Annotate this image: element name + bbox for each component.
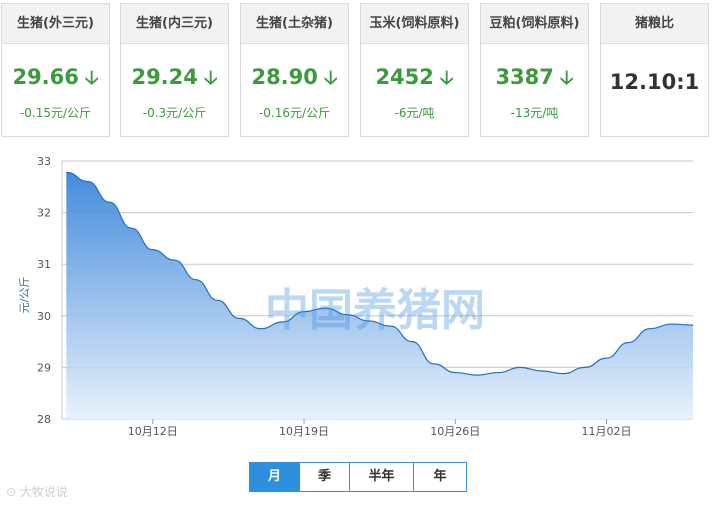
x-tick-label: 10月26日	[430, 425, 480, 438]
y-tick-label: 28	[37, 413, 51, 426]
range-button-half-year[interactable]: 半年	[350, 463, 414, 491]
price-card-pig-outer[interactable]: 生猪(外三元) 29.66 🡣 -0.15元/公斤	[1, 3, 110, 137]
price-card-pig-grain-ratio[interactable]: 猪粮比 12.10:1	[600, 3, 709, 137]
x-axis-ticks: 10月12日 10月19日 10月26日 11月02日	[128, 419, 632, 438]
y-tick-label: 29	[37, 361, 51, 374]
card-price: 29.24 🡣	[121, 64, 228, 96]
chart-watermark: 中国养猪网	[265, 285, 485, 336]
down-arrow-icon: 🡣	[559, 67, 574, 89]
card-title: 生猪(土杂猪)	[241, 4, 348, 44]
card-price: 29.66 🡣	[2, 64, 109, 96]
card-change: -0.3元/公斤	[142, 106, 207, 120]
range-button-month[interactable]: 月	[250, 463, 300, 491]
card-price: 3387 🡣	[481, 64, 588, 96]
price-chart: 中国养猪网 28 29 30 31 32 33 10月12日 10月19日 10月26日 11月…	[0, 150, 716, 505]
down-arrow-icon: 🡣	[84, 67, 99, 89]
card-change: -6元/吨	[394, 106, 435, 120]
card-title: 生猪(外三元)	[2, 4, 109, 44]
x-tick-label: 10月19日	[279, 425, 329, 438]
card-change: -13元/吨	[510, 106, 559, 120]
y-tick-label: 33	[37, 155, 51, 168]
card-title: 玉米(饲料原料)	[361, 4, 468, 44]
price-card-soymeal[interactable]: 豆粕(饲料原料) 3387 🡣 -13元/吨	[480, 3, 589, 137]
card-title: 猪粮比	[601, 4, 708, 44]
card-change: -0.15元/公斤	[19, 106, 92, 120]
range-selector: 月 季 半年 年	[249, 462, 467, 492]
footer-watermark-text: 大牧说说	[19, 485, 68, 499]
down-arrow-icon: 🡣	[323, 67, 338, 89]
price-card-pig-inner[interactable]: 生猪(内三元) 29.24 🡣 -0.3元/公斤	[120, 3, 229, 137]
price-card-pig-native[interactable]: 生猪(土杂猪) 28.90 🡣 -0.16元/公斤	[240, 3, 349, 137]
x-tick-label: 11月02日	[582, 425, 632, 438]
ratio-value: 12.10:1	[609, 70, 700, 94]
card-price: 2452 🡣	[361, 64, 468, 96]
y-tick-label: 31	[37, 258, 51, 271]
card-title: 豆粕(饲料原料)	[481, 4, 588, 44]
down-arrow-icon: 🡣	[203, 67, 218, 89]
y-axis-ticks: 28 29 30 31 32 33	[37, 155, 51, 426]
y-tick-label: 32	[37, 207, 51, 220]
range-button-quarter[interactable]: 季	[300, 463, 350, 491]
price-chart-svg: 中国养猪网 28 29 30 31 32 33 10月12日 10月19日 10月26日 11月…	[18, 155, 694, 438]
footer-watermark: ⊙ 大牧说说	[6, 483, 68, 500]
price-card-corn[interactable]: 玉米(饲料原料) 2452 🡣 -6元/吨	[360, 3, 469, 137]
card-price: 28.90 🡣	[241, 64, 348, 96]
x-tick-label: 10月12日	[128, 425, 178, 438]
range-button-year[interactable]: 年	[414, 463, 466, 491]
down-arrow-icon: 🡣	[439, 67, 454, 89]
y-axis-label: 元/公斤	[18, 277, 31, 314]
price-cards: 生猪(外三元) 29.66 🡣 -0.15元/公斤 生猪(内三元) 29.24 🡣 …	[0, 0, 716, 150]
y-tick-label: 30	[37, 310, 51, 323]
camera-icon: ⊙	[6, 485, 17, 499]
card-change: -0.16元/公斤	[258, 106, 331, 120]
card-title: 生猪(内三元)	[121, 4, 228, 44]
